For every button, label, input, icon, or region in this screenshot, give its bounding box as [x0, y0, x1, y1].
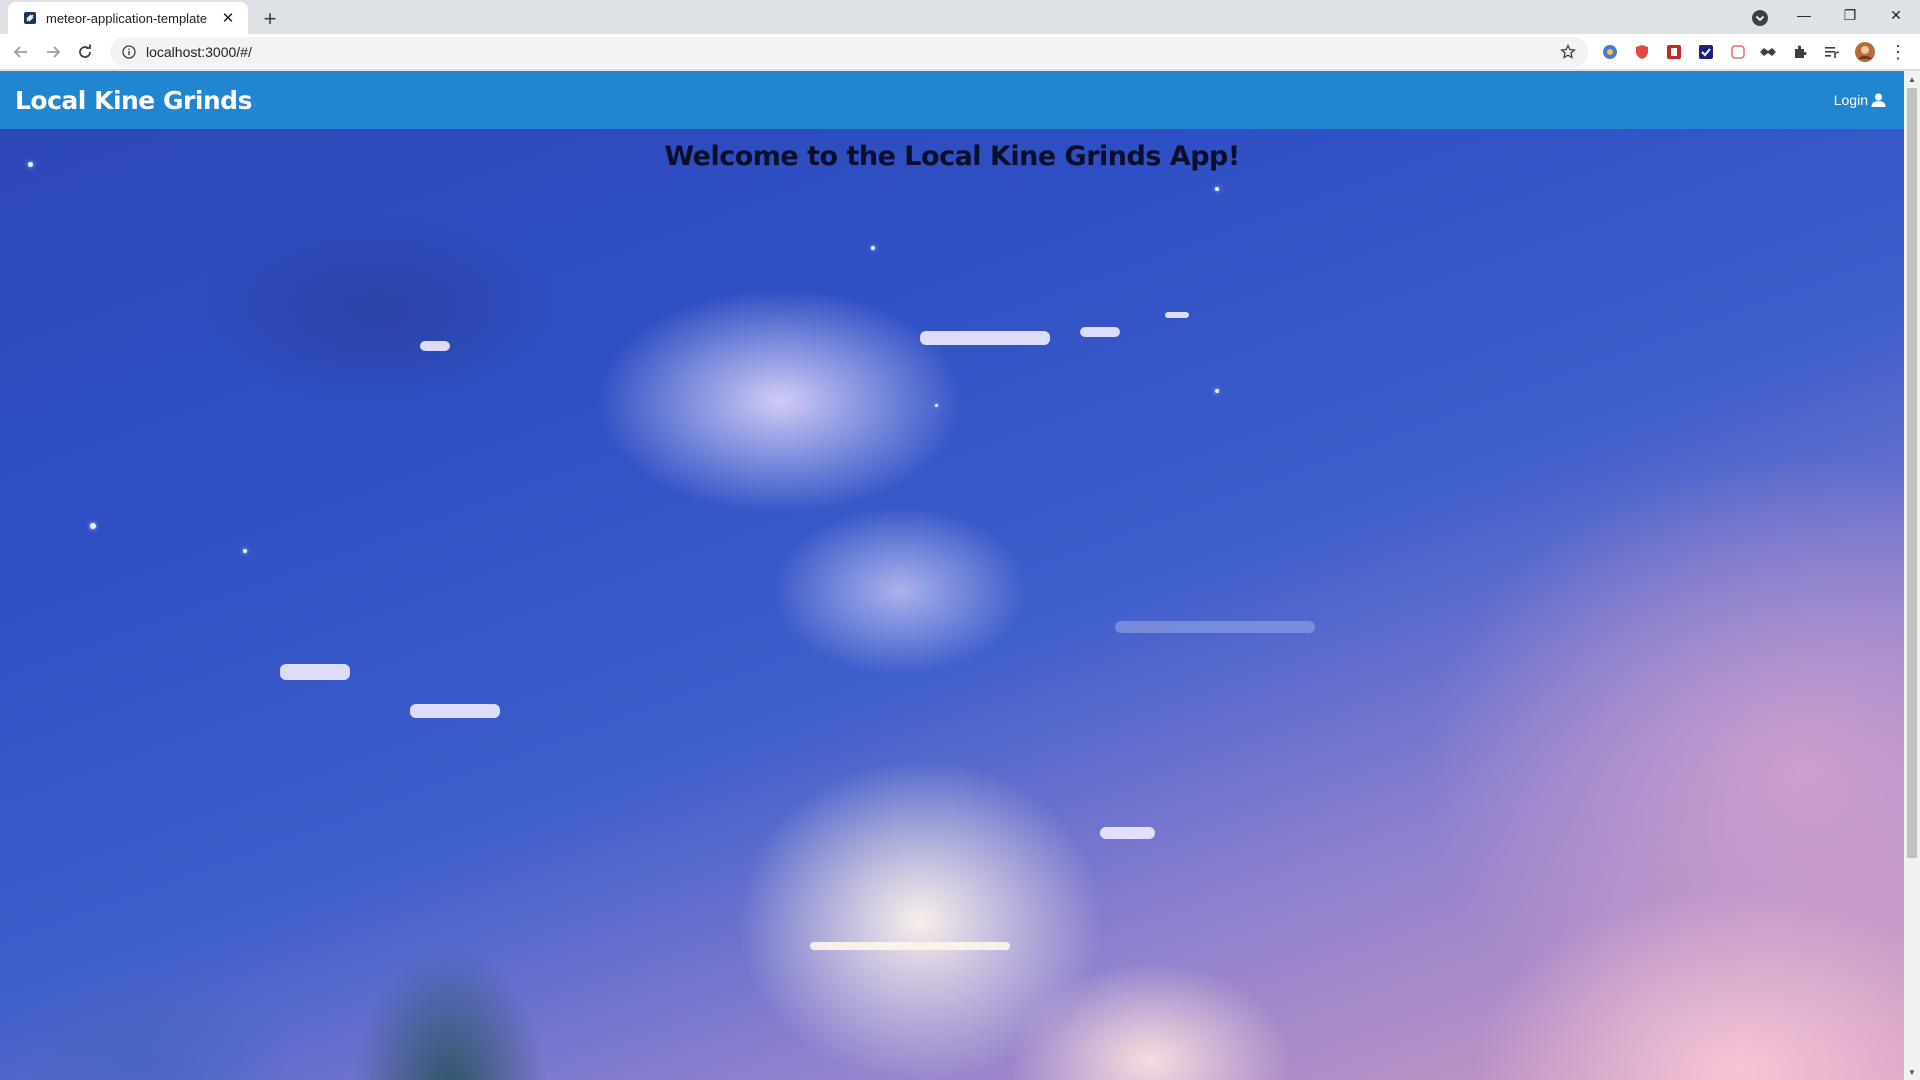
tab-search-icon[interactable] — [1748, 6, 1772, 30]
top-navbar: Local Kine Grinds Login — [0, 71, 1904, 129]
kebab-menu-icon[interactable]: ⋮ — [1888, 42, 1908, 62]
background-cloud — [810, 942, 1010, 950]
scroll-up-arrow[interactable]: ▲ — [1904, 71, 1920, 87]
background-star — [935, 404, 938, 407]
puzzle-icon[interactable] — [1790, 42, 1810, 62]
background-star — [90, 523, 96, 529]
restore-button[interactable]: ❐ — [1827, 0, 1873, 30]
background-star — [871, 246, 875, 250]
address-bar[interactable]: localhost:3000/#/ — [110, 37, 1588, 67]
login-label: Login — [1833, 92, 1868, 108]
reload-icon — [79, 44, 91, 58]
user-icon — [1870, 92, 1886, 108]
scroll-down-arrow[interactable]: ▼ — [1904, 1064, 1920, 1080]
welcome-heading: Welcome to the Local Kine Grinds App! — [664, 141, 1240, 172]
browser-tab[interactable]: meteor-application-template ✕ — [8, 2, 248, 34]
extension-handshake-icon[interactable] — [1758, 42, 1778, 62]
reload-button[interactable] — [72, 39, 98, 65]
extension-red-icon[interactable] — [1664, 42, 1684, 62]
close-icon[interactable]: ✕ — [218, 8, 238, 28]
close-window-button[interactable]: ✕ — [1873, 0, 1919, 30]
brand-logo-text[interactable]: Local Kine Grinds — [15, 86, 252, 115]
background-cloud — [1100, 827, 1155, 839]
page-scrollbar[interactable]: ▲ ▼ — [1904, 71, 1920, 1080]
extension-outline-icon[interactable] — [1728, 42, 1748, 62]
info-icon[interactable] — [120, 43, 138, 61]
background-cloud — [920, 331, 1050, 345]
star-icon[interactable] — [1558, 42, 1578, 62]
meteor-favicon-icon — [22, 10, 38, 26]
background-cloud — [280, 664, 350, 680]
tab-strip: meteor-application-template ✕ + — ❐ ✕ — [0, 0, 1920, 34]
arrow-left-icon — [13, 46, 27, 58]
avatar-icon[interactable] — [1855, 42, 1875, 62]
background-cloud — [420, 341, 450, 351]
extension-shield-icon[interactable] — [1632, 42, 1652, 62]
background-star — [1215, 389, 1219, 393]
plus-icon[interactable]: + — [256, 5, 284, 33]
tab-title: meteor-application-template — [46, 10, 208, 26]
media-queue-icon[interactable] — [1822, 42, 1842, 62]
background-cloud — [1115, 621, 1315, 633]
back-button[interactable] — [8, 39, 34, 65]
background-star — [1215, 187, 1219, 191]
url-text: localhost:3000/#/ — [146, 44, 252, 60]
arrow-right-icon — [47, 46, 61, 58]
page-viewport: Local Kine Grinds Login Welcome to the L… — [0, 71, 1904, 1080]
minimize-button[interactable]: — — [1781, 0, 1827, 30]
login-dropdown[interactable]: Login — [1834, 92, 1886, 108]
extension-globe-icon[interactable] — [1600, 42, 1620, 62]
scroll-thumb[interactable] — [1907, 88, 1917, 858]
background-cloud — [410, 704, 500, 718]
extension-checkmark-icon[interactable] — [1696, 42, 1716, 62]
background-cloud — [1080, 327, 1120, 337]
background-cloud — [1165, 312, 1189, 318]
browser-toolbar: localhost:3000/#/ ⋮ — [0, 34, 1920, 70]
background-star — [243, 549, 247, 553]
forward-button[interactable] — [40, 39, 66, 65]
